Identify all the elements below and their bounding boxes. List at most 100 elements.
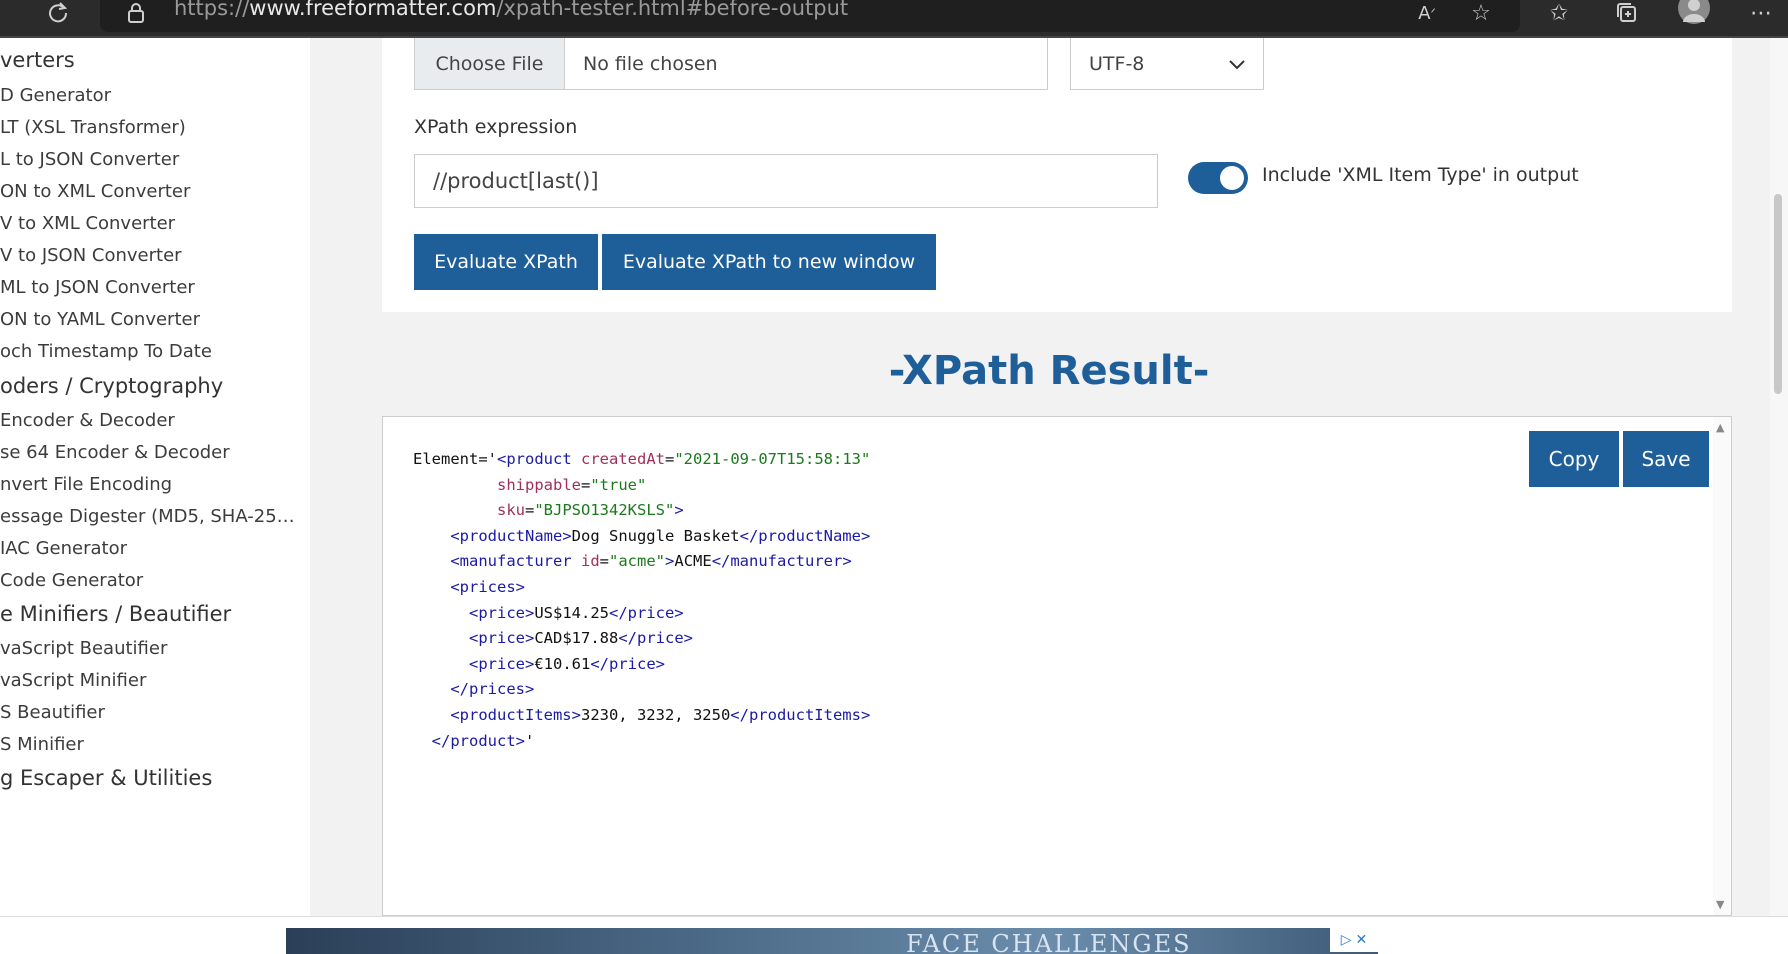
sidebar-link[interactable]: S Beautifier xyxy=(0,702,105,723)
url-host: www.freeformatter.com xyxy=(249,0,497,20)
sidebar-link[interactable]: Encoder & Decoder xyxy=(0,410,175,431)
include-item-type-label: Include 'XML Item Type' in output xyxy=(1262,164,1579,186)
code-token-tag: </price> xyxy=(590,654,665,673)
sidebar-link[interactable]: nvert File Encoding xyxy=(0,474,172,495)
code-token-tag: </productName> xyxy=(739,526,871,545)
result-title: -XPath Result- xyxy=(888,348,1210,394)
xpath-form: Choose File No file chosen UTF-8 XPath e… xyxy=(382,38,1732,312)
code-token-plain: = xyxy=(525,501,535,520)
sidebar-link[interactable]: vaScript Minifier xyxy=(0,670,146,691)
sidebar-link[interactable]: ON to XML Converter xyxy=(0,181,190,202)
sidebar-link[interactable]: essage Digester (MD5, SHA-25… xyxy=(0,506,295,527)
code-line: Element='<product createdAt="2021-09-07T… xyxy=(413,447,870,473)
ad-banner[interactable]: FACE CHALLENGES ▷ ✕ xyxy=(286,928,1378,954)
sidebar-link[interactable]: V to XML Converter xyxy=(0,213,175,234)
collections-icon[interactable] xyxy=(1612,0,1642,26)
chevron-down-icon xyxy=(1229,53,1245,75)
sidebar: verters D Generator LT (XSL Transformer) L … xyxy=(0,38,310,916)
close-icon[interactable]: ✕ xyxy=(1356,932,1368,948)
code-line: <prices> xyxy=(413,575,870,601)
read-aloud-icon[interactable]: Aᐟ xyxy=(1412,0,1442,26)
code-token-tag: </productItems> xyxy=(730,705,871,724)
result-code[interactable]: Element='<product createdAt="2021-09-07T… xyxy=(413,447,870,754)
code-token-val: "2021-09-07T15:58:13" xyxy=(674,450,871,468)
lock-icon[interactable] xyxy=(124,0,148,26)
url-path: /xpath-tester.html#before-output xyxy=(496,0,849,20)
code-token-tag: </price> xyxy=(608,603,684,622)
sidebar-link[interactable]: L to JSON Converter xyxy=(0,149,179,170)
code-token-plain: = xyxy=(665,450,675,468)
result-panel: Element='<product createdAt="2021-09-07T… xyxy=(382,416,1732,916)
code-token-val: "BJPSO1342KSLS" xyxy=(534,501,675,520)
favorites-icon[interactable]: ✩ xyxy=(1544,0,1574,26)
add-favorite-icon[interactable]: ☆ xyxy=(1466,0,1496,26)
encoding-select[interactable]: UTF-8 xyxy=(1070,38,1264,90)
evaluate-xpath-new-window-button[interactable]: Evaluate XPath to new window xyxy=(602,234,936,290)
result-scrollbar[interactable]: ▲ ▼ xyxy=(1713,417,1731,915)
sidebar-link[interactable]: ML to JSON Converter xyxy=(0,277,195,298)
sidebar-link[interactable]: S Minifier xyxy=(0,734,84,755)
code-line: </prices> xyxy=(413,677,870,703)
xpath-expression-input[interactable] xyxy=(414,154,1158,208)
code-token-tag: </price> xyxy=(618,629,693,648)
sidebar-link[interactable]: IAC Generator xyxy=(0,538,127,559)
address-bar[interactable]: https://www.freeformatter.com/xpath-test… xyxy=(100,0,1520,32)
sidebar-link[interactable]: se 64 Encoder & Decoder xyxy=(0,442,230,463)
sidebar-link[interactable]: Code Generator xyxy=(0,570,143,591)
code-line: <productName>Dog Snuggle Basket</product… xyxy=(413,524,870,550)
sidebar-link[interactable]: LT (XSL Transformer) xyxy=(0,117,186,138)
code-token-plain: CAD$17.88 xyxy=(534,629,619,648)
code-line: <price>CAD$17.88</price> xyxy=(413,626,870,652)
code-line: sku="BJPSO1342KSLS"> xyxy=(413,498,870,524)
scroll-down-icon[interactable]: ▼ xyxy=(1716,898,1724,911)
code-token-plain: ACME xyxy=(674,552,712,571)
refresh-icon[interactable] xyxy=(44,0,72,26)
code-token-tag: </prices> xyxy=(450,680,535,699)
code-token-tag: <price> xyxy=(469,629,535,648)
profile-icon[interactable] xyxy=(1676,0,1712,26)
evaluate-xpath-button[interactable]: Evaluate XPath xyxy=(414,234,598,290)
sidebar-link[interactable]: vaScript Beautifier xyxy=(0,638,167,659)
code-token-tag: <product xyxy=(497,450,572,468)
code-token-tag: </manufacturer> xyxy=(711,552,852,571)
browser-toolbar: https://www.freeformatter.com/xpath-test… xyxy=(0,0,1788,38)
url-scheme: https:// xyxy=(174,0,250,20)
code-token-attr: shippable xyxy=(497,475,581,494)
code-token-plain: Dog Snuggle Basket xyxy=(571,526,740,545)
sidebar-link[interactable]: V to JSON Converter xyxy=(0,245,182,266)
include-item-type-toggle[interactable] xyxy=(1188,162,1248,194)
ad-choices-icon[interactable]: ▷ xyxy=(1341,932,1352,948)
more-icon[interactable]: ⋯ xyxy=(1746,0,1776,26)
page-scrollbar-thumb[interactable] xyxy=(1774,194,1782,394)
sidebar-link[interactable]: ON to YAML Converter xyxy=(0,309,200,330)
code-token-attr: id xyxy=(581,552,600,571)
encoding-value: UTF-8 xyxy=(1089,52,1145,75)
code-token-tag: </product> xyxy=(431,731,525,750)
scroll-up-icon[interactable]: ▲ xyxy=(1716,421,1724,434)
toggle-knob xyxy=(1220,166,1244,190)
xpath-expression-label: XPath expression xyxy=(414,116,578,138)
ad-controls[interactable]: ▷ ✕ xyxy=(1330,928,1378,952)
ad-text: FACE CHALLENGES xyxy=(906,930,1192,954)
code-token-plain: Element=' xyxy=(413,450,497,468)
code-line: shippable="true" xyxy=(413,473,870,499)
sidebar-link[interactable]: D Generator xyxy=(0,85,111,106)
main-content: Choose File No file chosen UTF-8 XPath e… xyxy=(310,38,1788,916)
save-button[interactable]: Save xyxy=(1623,431,1709,487)
code-token-plain: 3230, 3232, 3250 xyxy=(580,705,731,724)
choose-file-button[interactable]: Choose File xyxy=(415,38,565,89)
page-scrollbar[interactable] xyxy=(1770,38,1788,916)
sidebar-link[interactable]: och Timestamp To Date xyxy=(0,341,212,362)
url-text[interactable]: https://www.freeformatter.com/xpath-test… xyxy=(174,0,848,20)
file-input[interactable]: Choose File No file chosen xyxy=(414,38,1048,90)
copy-button[interactable]: Copy xyxy=(1529,431,1619,487)
